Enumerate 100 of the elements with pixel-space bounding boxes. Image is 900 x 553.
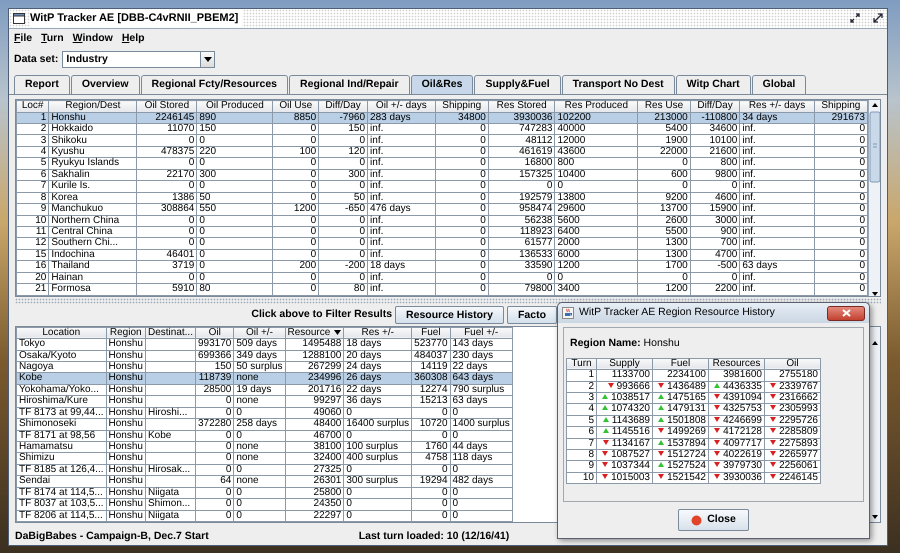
- column-header[interactable]: Diff/Day: [690, 100, 740, 112]
- table-row[interactable]: 7 Kurile Is. 0 0 0 0 inf. 0 0 0 0 0 inf. 0: [16, 180, 868, 192]
- table-row[interactable]: Kobe Honshu 118739 none 234996 26 days 360308 643 days: [16, 372, 512, 384]
- table-row[interactable]: Shimonoseki Honshu 372280 258 days 48400 16400 surplus 10720 1400 surplus: [16, 418, 512, 430]
- table-row[interactable]: 20 Hainan 0 0 0 0 inf. 0 0 0 0 0 inf. 0: [16, 272, 868, 284]
- table-cell: 1200: [272, 204, 319, 216]
- restore-icon[interactable]: [850, 13, 860, 24]
- table-row[interactable]: Sendai Honshu 64 none 26301 300 surplus 19294 482 days: [16, 476, 512, 488]
- table-cell: 0: [435, 169, 488, 181]
- table-cell: 0: [450, 487, 512, 499]
- tab[interactable]: Regional Ind/Repair: [289, 75, 410, 94]
- table-row[interactable]: Shimizu Honshu 0 none 32400 400 surplus 4758 118 days: [16, 452, 512, 464]
- up-triangle-icon: [714, 382, 720, 388]
- table-row[interactable]: 6 Sakhalin 22170 300 0 300 inf. 0 157325 10400 600 9800 inf. 0: [16, 169, 868, 181]
- column-header[interactable]: Oil Produced: [196, 100, 273, 112]
- column-header[interactable]: Res Stored: [488, 100, 555, 112]
- table-row[interactable]: 15 Indochina 46401 0 0 0 inf. 0 136533 6000 1300 4700 inf. 0: [16, 249, 868, 261]
- table-cell: 46401: [136, 249, 197, 261]
- maximize-icon[interactable]: [873, 13, 883, 24]
- filter-button[interactable]: Resource History: [395, 306, 504, 324]
- close-button[interactable]: [827, 306, 865, 320]
- table-row[interactable]: 2 Hokkaido 11070 150 0 150 inf. 0 747283 40000 5400 34600 inf. 0: [16, 124, 868, 135]
- tab[interactable]: Global: [752, 75, 806, 94]
- table-row[interactable]: TF 8185 at 126,4... Honshu Hirosak... 0 0 27325 0 0 0: [16, 464, 512, 476]
- table-cell: 0: [318, 158, 368, 170]
- table-cell: 22170: [136, 169, 197, 181]
- table-cell: 0: [344, 430, 412, 442]
- table-cell: TF 8206 at 114,5...: [16, 510, 106, 522]
- table-row[interactable]: TF 8174 at 114,5... Honshu Niigata 0 0 25800 0 0 0: [16, 487, 512, 499]
- menu-item[interactable]: Help: [122, 30, 145, 46]
- table-row[interactable]: 1 Honshu 2246145 890 8850 -7960 283 days 34800 3930036 102200 213000 -110800 34 days 291673: [16, 112, 868, 124]
- column-header[interactable]: Res Produced: [554, 100, 638, 112]
- column-header[interactable]: Oil +/- days: [368, 100, 436, 112]
- table-row[interactable]: 16 Thailand 3719 0 200 -200 18 days 0 33590 1200 1700 -500 63 days 0: [16, 260, 868, 272]
- cell-value: 4246699: [723, 414, 762, 426]
- table-cell: 0: [196, 464, 234, 476]
- table-cell: inf.: [740, 215, 814, 226]
- column-header[interactable]: Region/Dest: [48, 100, 137, 112]
- table-row[interactable]: TF 8171 at 98,56 Honshu Kobe 0 0 46700 0 0 0: [16, 430, 512, 442]
- column-header[interactable]: Loc#: [16, 100, 49, 112]
- column-header[interactable]: Shipping: [814, 100, 868, 112]
- column-header[interactable]: Oil Use: [272, 100, 319, 112]
- status-text: DaBigBabes - Campaign-B, Dec.7 Start: [15, 529, 209, 544]
- filter-button[interactable]: Facto: [506, 306, 557, 324]
- table-cell: 12000: [554, 134, 638, 146]
- table-row[interactable]: TF 8037 at 103,5... Honshu Shimon... 0 0 24350 0 0 0: [16, 498, 512, 510]
- cell-value: 3: [588, 392, 594, 403]
- menu-item[interactable]: File: [14, 30, 32, 46]
- column-header[interactable]: Res +/- days: [740, 100, 814, 112]
- table-row[interactable]: Hiroshima/Kure Honshu 0 none 99297 36 days 15213 63 days: [16, 396, 512, 408]
- table-row[interactable]: TF 8206 at 114,5... Honshu Niigata 0 0 22297 0 0 0: [16, 510, 512, 522]
- tab[interactable]: Overview: [70, 75, 140, 94]
- table-row[interactable]: 21 Formosa 5910 80 0 80 inf. 0 79800 3400 1200 2200 inf. 0: [16, 284, 868, 296]
- tab[interactable]: Transport No Dest: [562, 75, 675, 94]
- close-button[interactable]: Close: [678, 509, 749, 531]
- table-cell: 9: [16, 204, 49, 216]
- table-row[interactable]: 5 Ryukyu Islands 0 0 0 0 inf. 0 16800 800 0 800 inf. 0: [16, 158, 868, 170]
- table-cell: Southern Chi...: [48, 238, 137, 250]
- table-row[interactable]: 8 Korea 1386 50 0 50 inf. 0 192579 13800 9200 4600 inf. 0: [16, 192, 868, 204]
- menu-item[interactable]: Window: [72, 30, 113, 46]
- table-cell: 0: [450, 510, 512, 522]
- cell-value: 1145516: [612, 426, 650, 438]
- table-row[interactable]: Osaka/Kyoto Honshu 699366 349 days 1288100 20 days 484037 230 days: [16, 350, 512, 362]
- column-header[interactable]: Supply: [596, 358, 652, 370]
- table-cell: Honshu: [106, 418, 146, 430]
- column-header[interactable]: Turn: [566, 358, 596, 370]
- table-row[interactable]: Tokyo Honshu 993170 509 days 1495488 18 days 523770 143 days: [16, 338, 512, 350]
- dataset-dropdown[interactable]: Industry: [62, 51, 216, 68]
- tab[interactable]: Witp Chart: [676, 75, 751, 94]
- table-cell: 6: [16, 169, 49, 181]
- table-row[interactable]: 3 Shikoku 0 0 0 0 inf. 0 48112 12000 1900 10100 inf. 0: [16, 134, 868, 146]
- table-row[interactable]: 4 Kyushu 478375 220 100 120 inf. 0 461619 43600 22000 21600 inf. 0: [16, 146, 868, 158]
- column-header[interactable]: Fuel: [652, 358, 708, 370]
- vertical-scrollbar[interactable]: [868, 100, 880, 296]
- table-row[interactable]: Yokohama/Yoko... Honshu 28500 19 days 201716 22 days 12274 790 surplus: [16, 384, 512, 396]
- table-row[interactable]: 10 Northern China 0 0 0 0 inf. 0 56238 5600 2600 3000 inf. 0: [16, 215, 868, 226]
- column-header[interactable]: Res Use: [638, 100, 690, 112]
- table-cell: 1: [16, 112, 49, 124]
- splitter-handle[interactable]: [15, 298, 881, 304]
- tab[interactable]: Report: [14, 75, 70, 94]
- table-row[interactable]: 11 Central China 0 0 0 0 inf. 0 118923 6400 5500 900 inf. 0: [16, 226, 868, 238]
- table-row[interactable]: 9 Manchukuo 308864 550 1200 -650 476 days 0 958474 29600 13700 15900 inf. 0: [16, 204, 868, 216]
- table-cell: inf.: [740, 134, 814, 146]
- column-header[interactable]: Shipping: [435, 100, 488, 112]
- cell-value: 8: [588, 449, 594, 460]
- table-row[interactable]: 12 Southern Chi... 0 0 0 0 inf. 0 61577 2000 1300 700 inf. 0: [16, 238, 868, 250]
- column-header[interactable]: Diff/Day: [318, 100, 368, 112]
- tab[interactable]: Supply&Fuel: [474, 75, 561, 94]
- tab[interactable]: Oil&Res: [410, 75, 474, 94]
- column-header[interactable]: Oil Stored: [136, 100, 197, 112]
- menu-item[interactable]: Turn: [41, 30, 64, 46]
- table-row[interactable]: Hamamatsu Honshu 0 none 38100 100 surplus 1760 44 days: [16, 442, 512, 453]
- down-triangle-icon: [658, 474, 664, 479]
- column-header[interactable]: Oil: [764, 358, 820, 370]
- table-cell: 4: [16, 146, 49, 158]
- tab[interactable]: Regional Fcty/Resources: [140, 75, 288, 94]
- table-row[interactable]: TF 8173 at 99,44... Honshu Hiroshi... 0 0 49060 0 0 0: [16, 407, 512, 419]
- table-cell: 0: [344, 498, 412, 510]
- column-header[interactable]: Resources: [708, 358, 764, 370]
- cell-value: 1133700: [612, 369, 650, 380]
